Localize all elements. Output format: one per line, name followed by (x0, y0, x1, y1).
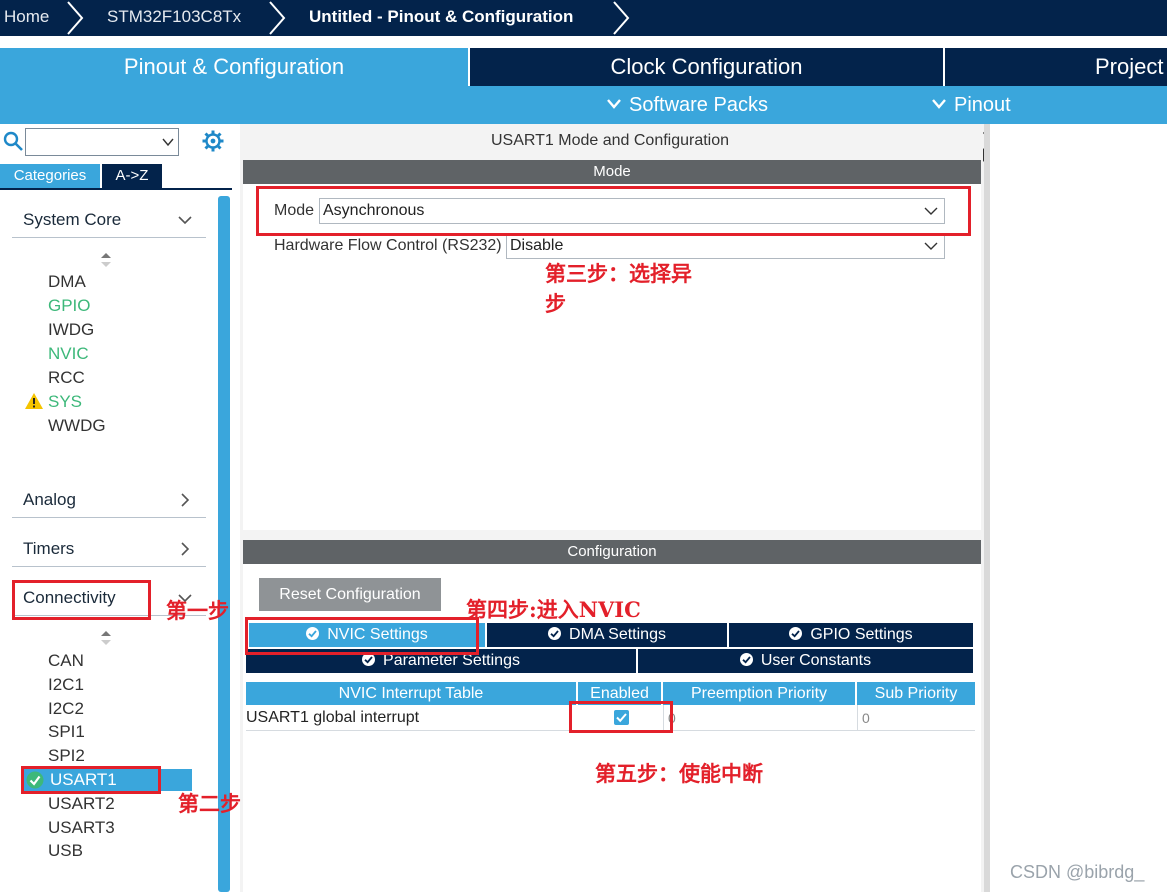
interrupt-name: USART1 global interrupt (246, 709, 420, 726)
list-item-nvic[interactable]: NVIC (48, 344, 89, 364)
tab-label: GPIO Settings (810, 626, 913, 643)
pinout-menu[interactable]: Pinout (932, 86, 1011, 124)
annotation-step3-cont: 步 (545, 291, 566, 316)
list-item-usart3[interactable]: USART3 (48, 818, 115, 838)
annotation-box-connectivity (12, 580, 151, 620)
tab-label: DMA Settings (569, 626, 666, 643)
hw-flow-label: Hardware Flow Control (RS232) (274, 237, 502, 254)
tab-label: User Constants (760, 652, 872, 669)
tab-underline (0, 188, 232, 190)
list-item-spi1[interactable]: SPI1 (48, 722, 85, 742)
hw-flow-value: Disable (510, 237, 564, 254)
breadcrumb-current[interactable]: Untitled - Pinout & Configuration (309, 0, 573, 36)
list-item-can[interactable]: CAN (48, 651, 84, 671)
hw-flow-select[interactable]: Disable (506, 233, 945, 259)
column-header-preemption[interactable]: Preemption Priority (663, 682, 855, 705)
chevron-right-icon (613, 1, 630, 35)
annotation-step4: 第四步:进入NVIC (466, 597, 641, 622)
annotation-box-usart1 (21, 766, 161, 794)
tab-pinout-configuration[interactable]: Pinout & Configuration (0, 48, 468, 86)
chevron-right-icon (181, 542, 190, 556)
gear-icon[interactable] (201, 129, 225, 153)
tab-project[interactable]: Project (1095, 48, 1167, 86)
chevron-down-icon[interactable] (162, 137, 174, 147)
chevron-down-icon (924, 242, 938, 250)
list-item-spi2[interactable]: SPI2 (48, 746, 85, 766)
list-item-usb[interactable]: USB (48, 841, 83, 861)
preemption-priority-cell[interactable]: 0 (663, 705, 857, 731)
breadcrumb: Home STM32F103C8Tx Untitled - Pinout & C… (0, 0, 1167, 36)
annotation-step5: 第五步：使能中断 (595, 761, 763, 786)
check-circle-icon (789, 627, 803, 640)
reset-configuration-button[interactable]: Reset Configuration (259, 578, 441, 611)
group-label: Timers (23, 539, 75, 558)
list-item-i2c1[interactable]: I2C1 (48, 675, 84, 695)
chevron-down-icon (178, 216, 192, 225)
annotation-box-mode (256, 186, 971, 236)
annotation-step1: 第一步 (166, 598, 229, 623)
annotation-step3: 第三步：选择异 (545, 261, 692, 286)
warning-icon (25, 393, 43, 409)
chevron-right-icon (67, 1, 84, 35)
list-item-rcc[interactable]: RCC (48, 368, 85, 388)
tab-a-z[interactable]: A->Z (102, 164, 162, 188)
sort-icon[interactable] (100, 630, 112, 646)
list-item-wwdg[interactable]: WWDG (48, 416, 106, 436)
panel-title: USART1 Mode and Configuration (490, 132, 730, 149)
sort-icon[interactable] (100, 252, 112, 268)
tab-user-constants[interactable]: User Constants (638, 649, 973, 673)
tab-dma-settings[interactable]: DMA Settings (487, 623, 727, 647)
list-item-gpio[interactable]: GPIO (48, 296, 91, 316)
check-circle-icon (739, 653, 753, 666)
list-item-sys[interactable]: SYS (48, 392, 82, 412)
search-input[interactable] (26, 129, 156, 155)
watermark: CSDN @bibrdg_ (1010, 862, 1145, 882)
list-item-i2c2[interactable]: I2C2 (48, 699, 84, 719)
chevron-down-icon (607, 99, 621, 109)
breadcrumb-device[interactable]: STM32F103C8Tx (107, 0, 241, 36)
configuration-header: Configuration (243, 540, 981, 564)
tab-categories[interactable]: Categories (0, 164, 100, 188)
pinout-label: Pinout (954, 94, 1011, 116)
chevron-right-icon (181, 493, 190, 507)
check-circle-icon (548, 627, 562, 640)
search-icon[interactable] (2, 130, 24, 152)
list-item-usart2[interactable]: USART2 (48, 794, 115, 814)
list-item-dma[interactable]: DMA (48, 272, 86, 292)
chevron-down-icon (932, 99, 946, 109)
tab-divider (943, 48, 945, 86)
tab-clock-configuration[interactable]: Clock Configuration (470, 48, 943, 86)
list-item-iwdg[interactable]: IWDG (48, 320, 94, 340)
sub-priority-cell[interactable]: 0 (857, 705, 975, 731)
search-combo[interactable] (25, 128, 179, 156)
mode-header: Mode (243, 160, 981, 184)
column-header-sub-priority[interactable]: Sub Priority (857, 682, 975, 705)
main-tabs: Pinout & Configuration Clock Configurati… (0, 48, 1167, 86)
software-packs-menu[interactable]: Software Packs (607, 86, 768, 124)
sub-toolbar: Software Packs Pinout (0, 86, 1167, 124)
software-packs-label: Software Packs (629, 94, 768, 116)
group-label: System Core (23, 210, 122, 229)
tab-gpio-settings[interactable]: GPIO Settings (729, 623, 973, 647)
group-system-core[interactable]: System Core (12, 202, 206, 238)
column-header-interrupt[interactable]: NVIC Interrupt Table (246, 682, 576, 705)
breadcrumb-home[interactable]: Home (4, 0, 49, 36)
panel-splitter[interactable] (984, 124, 990, 892)
annotation-box-nvic-tab (245, 617, 479, 655)
chevron-right-icon (269, 1, 286, 35)
group-label: Analog (23, 490, 76, 509)
annotation-step2: 第二步 (178, 791, 241, 816)
table-row[interactable]: USART1 global interrupt (246, 705, 578, 731)
annotation-box-enabled (569, 701, 673, 733)
spacer (0, 36, 1167, 48)
group-timers[interactable]: Timers (12, 531, 206, 567)
group-analog[interactable]: Analog (12, 482, 206, 518)
